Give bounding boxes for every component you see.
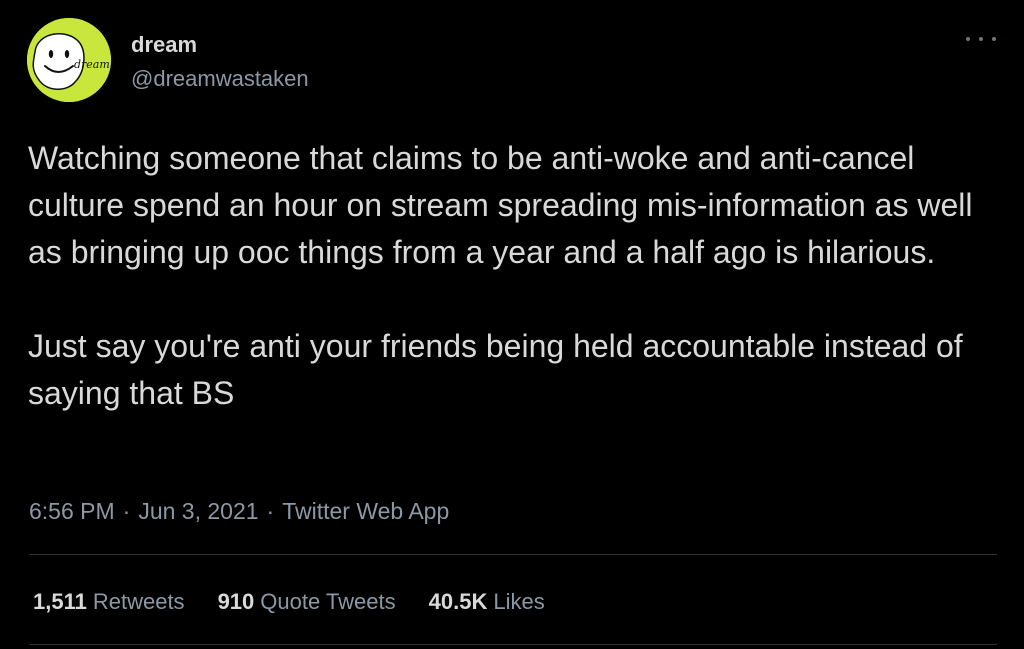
more-dot [992, 37, 996, 41]
tweet-text: Watching someone that claims to be anti-… [28, 135, 1003, 417]
avatar-image: dream [27, 18, 111, 102]
tweet-paragraph-2: Just say you're anti your friends being … [28, 328, 963, 411]
more-dot [979, 37, 983, 41]
avatar-text: dream [74, 58, 110, 71]
retweets-stat[interactable]: 1,511 Retweets [33, 589, 185, 615]
likes-label: Likes [493, 589, 545, 614]
engagement-stats: 1,511 Retweets 910 Quote Tweets 40.5K Likes [33, 589, 578, 615]
tweet-time[interactable]: 6:56 PM [29, 498, 115, 524]
more-dot [966, 37, 970, 41]
tweet-date[interactable]: Jun 3, 2021 [138, 498, 258, 524]
tweet-card: dream dream @dreamwastaken Watching some… [0, 0, 1024, 649]
quote-tweets-count: 910 [217, 589, 255, 614]
tweet-metadata: 6:56 PM · Jun 3, 2021 · Twitter Web App [29, 497, 449, 525]
divider [29, 554, 997, 555]
more-horizontal-icon[interactable] [966, 30, 996, 48]
author-handle[interactable]: @dreamwastaken [131, 66, 309, 92]
retweets-label: Retweets [92, 589, 185, 614]
likes-count: 40.5K [428, 589, 488, 614]
avatar[interactable]: dream [27, 18, 111, 102]
quote-tweets-label: Quote Tweets [260, 589, 396, 614]
retweets-count: 1,511 [33, 589, 87, 614]
divider [29, 644, 997, 645]
author-display-name[interactable]: dream [131, 32, 197, 58]
tweet-paragraph-1: Watching someone that claims to be anti-… [28, 140, 973, 270]
likes-stat[interactable]: 40.5K Likes [429, 589, 545, 615]
separator: · [266, 498, 275, 524]
tweet-source[interactable]: Twitter Web App [282, 498, 449, 524]
quote-tweets-stat[interactable]: 910 Quote Tweets [218, 589, 396, 615]
separator: · [122, 498, 131, 524]
